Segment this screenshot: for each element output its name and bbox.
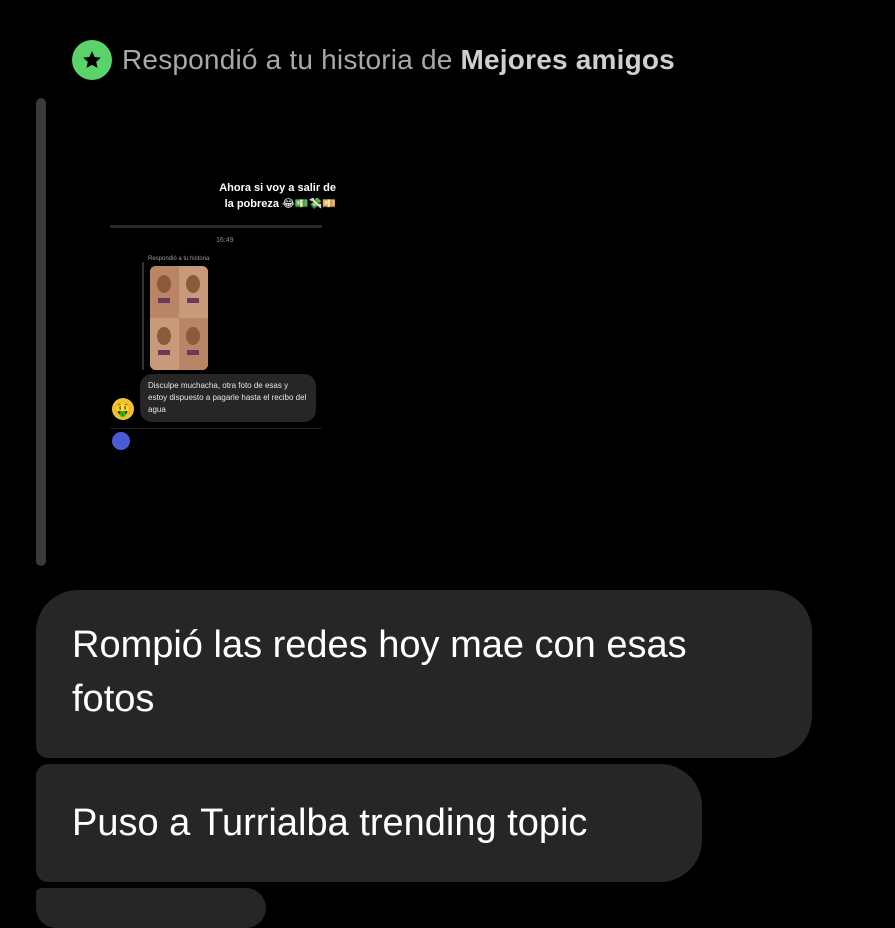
story-caption-line1: Ahora si voy a salir de: [219, 182, 336, 194]
photo-collage: [150, 266, 208, 370]
inner-divider: [110, 225, 322, 228]
message-bubble-partial[interactable]: [36, 888, 266, 928]
message-bubble[interactable]: Puso a Turrialba trending topic: [36, 764, 702, 882]
header-text: Respondió a tu historia de Mejores amigo…: [122, 44, 675, 76]
story-reply-header: Respondió a tu historia de Mejores amigo…: [72, 40, 675, 80]
story-caption: Ahora si voy a salir de la pobreza 😂💵💸💴: [186, 180, 336, 212]
story-preview[interactable]: Ahora si voy a salir de la pobreza 😂💵💸💴 …: [86, 98, 342, 564]
close-friends-star-badge: [72, 40, 112, 80]
story-caption-line2: la pobreza 😂💵💸💴: [224, 198, 336, 210]
inner-reply-bar: [142, 262, 144, 370]
inner-avatar: [112, 432, 130, 450]
money-face-emoji: 🤑: [112, 398, 134, 420]
inner-story-photo: [150, 266, 208, 370]
header-audience: Mejores amigos: [460, 44, 675, 75]
message-bubble[interactable]: Rompió las redes hoy mae con esas fotos: [36, 590, 812, 758]
inner-reply-label: Respondió a tu historia: [148, 256, 210, 262]
inner-timestamp: 16:49: [216, 237, 234, 244]
inner-message-bubble: Disculpe muchacha, otra foto de esas y e…: [140, 374, 316, 422]
star-icon: [83, 51, 101, 68]
header-prefix: Respondió a tu historia de: [122, 44, 453, 75]
inner-composer-strip: [110, 428, 322, 441]
reply-quote-bar: [36, 98, 46, 566]
